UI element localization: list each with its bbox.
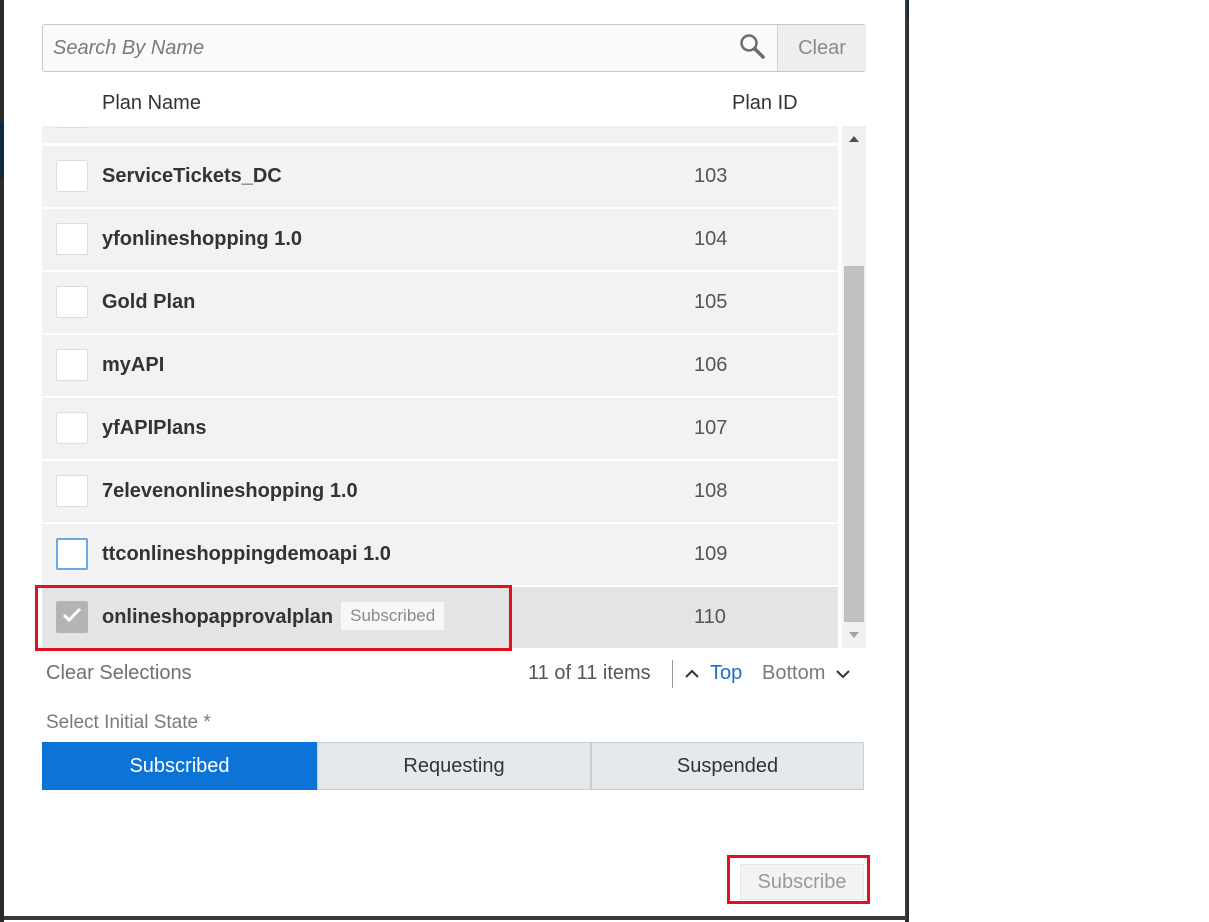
scroll-thumb[interactable] <box>844 266 864 622</box>
search-input[interactable] <box>43 25 727 71</box>
search-icon <box>738 32 766 65</box>
table-row-partial[interactable] <box>42 126 838 143</box>
scroll-up-arrow-icon <box>848 130 860 148</box>
top-link[interactable]: Top <box>684 662 742 685</box>
chevron-down-icon <box>835 662 851 685</box>
bottom-link-label: Bottom <box>762 662 826 684</box>
column-header-plan-name: Plan Name <box>102 92 201 114</box>
plan-id: 106 <box>694 354 728 376</box>
table-row[interactable]: 7elevenonlineshopping 1.0 108 <box>42 461 838 522</box>
plan-id: 107 <box>694 417 728 439</box>
search-bar: Clear <box>42 24 866 72</box>
subscribe-button[interactable]: Subscribe <box>740 864 864 900</box>
status-badge: Subscribed <box>341 601 445 630</box>
plan-id: 105 <box>694 291 728 313</box>
plan-name: 7elevenonlineshopping 1.0 <box>102 480 358 502</box>
scroll-down-arrow-icon <box>848 626 860 644</box>
footer-divider <box>672 660 673 688</box>
state-option-subscribed[interactable]: Subscribed <box>42 742 317 790</box>
plan-name: ServiceTickets_DC <box>102 165 282 187</box>
clear-search-button[interactable]: Clear <box>777 25 866 71</box>
plan-id: 104 <box>694 228 728 250</box>
table-row[interactable]: yfAPIPlans 107 <box>42 398 838 459</box>
plan-id: 103 <box>694 165 728 187</box>
plan-id: 109 <box>694 543 728 565</box>
top-link-label: Top <box>710 662 743 684</box>
subscribe-dialog: Clear Plan Name Plan ID ServiceTickets_D… <box>4 0 907 920</box>
plan-name-text: onlineshopapprovalplan <box>102 606 334 628</box>
row-checkbox[interactable] <box>56 126 88 128</box>
table-row[interactable]: myAPI 106 <box>42 335 838 396</box>
clear-selections-link[interactable]: Clear Selections <box>46 662 192 685</box>
check-icon <box>62 607 82 628</box>
plan-name: myAPI <box>102 354 165 376</box>
row-checkbox[interactable] <box>56 349 88 381</box>
plan-name: ttconlineshoppingdemoapi 1.0 <box>102 543 391 565</box>
row-checkbox[interactable] <box>56 412 88 444</box>
row-checkbox[interactable] <box>56 475 88 507</box>
scroll-up-button[interactable] <box>842 130 866 148</box>
table-row[interactable]: yfonlineshopping 1.0 104 <box>42 209 838 270</box>
scroll-down-button[interactable] <box>842 626 866 644</box>
plan-id: 110 <box>694 606 726 628</box>
row-checkbox[interactable] <box>56 538 88 570</box>
search-button[interactable] <box>727 25 777 71</box>
row-checkbox-checked[interactable] <box>56 601 88 633</box>
plan-name: yfonlineshopping 1.0 <box>102 228 303 250</box>
row-checkbox[interactable] <box>56 160 88 192</box>
table-row[interactable]: ttconlineshoppingdemoapi 1.0 109 <box>42 524 838 585</box>
plan-id: 108 <box>694 480 728 502</box>
plan-list: ServiceTickets_DC 103 yfonlineshopping 1… <box>42 126 866 648</box>
table-row[interactable]: ServiceTickets_DC 103 <box>42 146 838 207</box>
bottom-link[interactable]: Bottom <box>762 662 851 685</box>
item-count: 11 of 11 items <box>528 662 651 684</box>
row-checkbox[interactable] <box>56 286 88 318</box>
chevron-up-icon <box>684 662 700 685</box>
plan-name: yfAPIPlans <box>102 417 207 439</box>
table-row[interactable]: Gold Plan 105 <box>42 272 838 333</box>
state-option-requesting[interactable]: Requesting <box>317 742 591 790</box>
row-checkbox[interactable] <box>56 223 88 255</box>
state-option-suspended[interactable]: Suspended <box>591 742 864 790</box>
table-row-subscribed[interactable]: onlineshopapprovalplan Subscribed 110 <box>42 587 838 648</box>
initial-state-label: Select Initial State * <box>46 712 211 733</box>
plan-name: Gold Plan <box>102 291 196 313</box>
list-scrollbar[interactable] <box>842 126 866 648</box>
plan-name: onlineshopapprovalplan Subscribed <box>102 587 445 648</box>
column-header-plan-id: Plan ID <box>732 92 798 114</box>
